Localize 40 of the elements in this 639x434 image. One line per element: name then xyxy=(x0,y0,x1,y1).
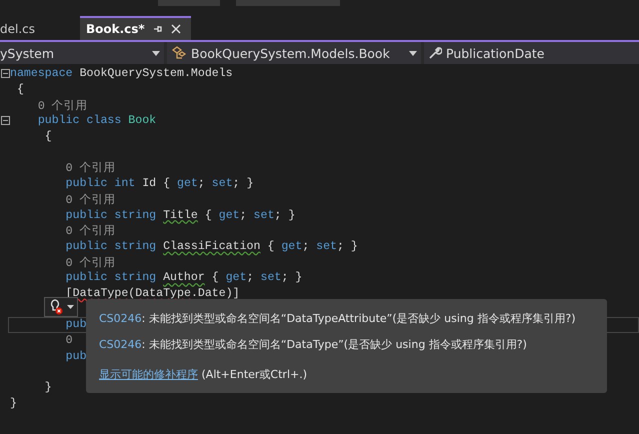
close-icon[interactable] xyxy=(170,24,181,34)
navigation-dropdown[interactable]: ySystem xyxy=(0,42,164,64)
navigation-dropdown[interactable]: PublicationDate xyxy=(424,42,639,64)
code-line: public string Title { get; set; } xyxy=(64,208,296,222)
wrench-icon xyxy=(428,46,442,60)
code-line: 0 个引用 xyxy=(36,98,88,113)
code-line: 0 个引用 xyxy=(64,160,116,176)
code-line: 0 个引用 xyxy=(64,224,116,238)
lightbulb-button[interactable] xyxy=(44,297,78,317)
code-line: public string ClassiFication { get; set; } xyxy=(64,240,358,253)
error-code-link[interactable]: CS0246 xyxy=(99,312,142,324)
caret-icon xyxy=(152,50,160,56)
pin-icon[interactable] xyxy=(152,24,163,34)
code-line: 0 个引用 xyxy=(64,256,116,270)
error-message: : 未能找到类型或命名空间名“DataTypeAttribute”(是否缺少 using 指令或程序集引用?) xyxy=(142,310,576,326)
code-line: public string Author { get; set; } xyxy=(64,271,302,284)
code-line: 0 xyxy=(64,334,73,348)
error-code-link[interactable]: CS0246 xyxy=(99,338,142,350)
code-line: pub xyxy=(64,350,87,363)
caret-icon xyxy=(409,50,417,56)
error-lightbulb-icon xyxy=(48,298,64,316)
code-line: public class Book xyxy=(36,114,156,128)
error-message: : 未能找到类型或命名空间名“DataType”(是否缺少 using 指令或程序集引用?) xyxy=(142,336,527,352)
code-line: { xyxy=(16,83,24,96)
code-line: namespace BookQuerySystem.Models xyxy=(10,67,233,80)
collapse-icon[interactable] xyxy=(1,69,10,78)
code-line: 0 个引用 xyxy=(64,192,116,207)
file-tab[interactable]: del.cs xyxy=(0,18,80,40)
code-line: { xyxy=(44,130,52,144)
class-icon xyxy=(171,46,187,60)
file-tab[interactable]: Book.cs* xyxy=(80,16,191,40)
fix-link[interactable]: 显示可能的修补程序 xyxy=(99,366,198,382)
shortcut-hint: (Alt+Enter或Ctrl+.) xyxy=(200,366,308,382)
code-line: } xyxy=(10,396,17,410)
code-line: pub xyxy=(64,318,87,332)
code-line: public int Id { get; set; } xyxy=(64,177,254,190)
code-line: } xyxy=(44,381,52,394)
collapse-icon[interactable] xyxy=(1,116,10,126)
caret-icon xyxy=(67,305,74,309)
navigation-dropdown[interactable]: BookQuerySystem.Models.Book xyxy=(167,42,421,64)
